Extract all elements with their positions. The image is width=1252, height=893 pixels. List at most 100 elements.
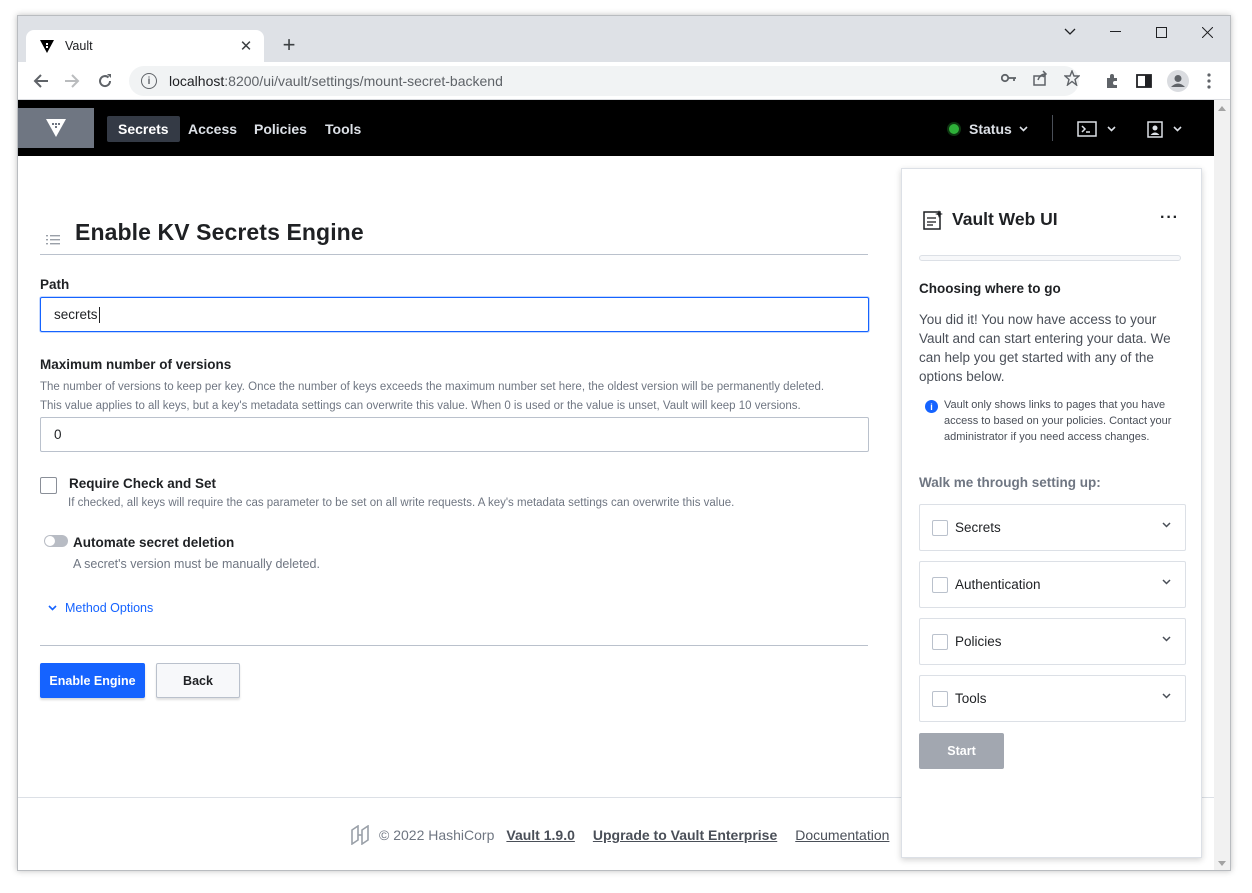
close-tab-icon[interactable]: ✕	[234, 37, 258, 55]
path-label: Path	[40, 277, 70, 292]
user-menu[interactable]	[1147, 119, 1182, 139]
vault-logo[interactable]	[18, 108, 94, 148]
profile-avatar-icon[interactable]	[1167, 70, 1189, 92]
wizard-item-label: Secrets	[955, 520, 1001, 535]
toggle-knob	[45, 536, 55, 546]
form-divider	[40, 645, 868, 646]
auto-delete-label: Automate secret deletion	[73, 535, 235, 550]
extensions-icon[interactable]	[1103, 72, 1121, 90]
require-cas-label[interactable]: Require Check and Set	[69, 476, 216, 491]
copyright-text: © 2022 HashiCorp	[379, 827, 495, 843]
require-cas-help: If checked, all keys will require the ca…	[68, 497, 735, 509]
wizard-item-checkbox[interactable]	[932, 691, 948, 707]
wizard-item-tools[interactable]: Tools	[919, 675, 1186, 722]
forward-arrow-icon[interactable]	[60, 69, 84, 93]
page-scrollbar[interactable]	[1214, 100, 1230, 870]
require-cas-checkbox[interactable]	[40, 477, 57, 494]
version-link[interactable]: Vault 1.9.0	[506, 827, 574, 843]
nav-policies[interactable]: Policies	[243, 116, 318, 142]
wizard-item-authentication[interactable]: Authentication	[919, 561, 1186, 608]
method-options-label: Method Options	[65, 601, 154, 615]
chevron-down-icon	[1162, 579, 1171, 585]
wizard-item-secrets[interactable]: Secrets	[919, 504, 1186, 551]
max-versions-label: Maximum number of versions	[40, 357, 232, 372]
bookmark-star-icon[interactable]	[1063, 69, 1081, 87]
site-info-icon[interactable]: i	[141, 73, 157, 89]
page-viewport: Secrets Access Policies Tools Status Ena…	[18, 100, 1230, 870]
console-menu[interactable]	[1077, 119, 1116, 139]
wizard-item-label: Tools	[955, 691, 987, 706]
hashicorp-logo-icon	[351, 825, 369, 845]
nav-secrets[interactable]: Secrets	[107, 116, 180, 142]
upgrade-link[interactable]: Upgrade to Vault Enterprise	[593, 827, 777, 843]
wizard-title: Vault Web UI	[952, 209, 1058, 229]
user-icon	[1147, 120, 1163, 138]
reload-icon[interactable]	[93, 69, 117, 93]
browser-window: Vault ✕ + i localhost:8200/ui/vault/set	[17, 15, 1231, 871]
status-menu[interactable]: Status	[949, 116, 1028, 142]
nav-separator	[1052, 115, 1053, 141]
url-host: localhost	[169, 73, 225, 89]
url-path: :8200/ui/vault/settings/mount-secret-bac…	[224, 73, 503, 89]
chevron-down-icon	[1173, 126, 1182, 132]
wizard-item-label: Policies	[955, 634, 1002, 649]
back-button[interactable]: Back	[156, 663, 240, 698]
wizard-start-button[interactable]: Start	[919, 733, 1004, 769]
enable-engine-button[interactable]: Enable Engine	[40, 663, 145, 698]
page-header: Enable KV Secrets Engine	[40, 219, 868, 255]
chevron-down-icon	[1162, 693, 1171, 699]
text-caret	[98, 306, 100, 323]
chevron-down-icon	[1019, 126, 1028, 132]
tab-title: Vault	[65, 39, 93, 53]
browser-toolbar: i localhost:8200/ui/vault/settings/mount…	[18, 62, 1230, 100]
nav-access[interactable]: Access	[177, 116, 248, 142]
documentation-link[interactable]: Documentation	[795, 827, 889, 843]
wizard-heading: Choosing where to go	[919, 281, 1061, 296]
wizard-item-checkbox[interactable]	[932, 577, 948, 593]
wizard-panel: Vault Web UI ··· Choosing where to go Yo…	[901, 168, 1202, 858]
close-window-icon[interactable]	[1184, 16, 1230, 48]
address-bar[interactable]: i localhost:8200/ui/vault/settings/mount…	[129, 66, 1079, 96]
back-arrow-icon[interactable]	[29, 69, 53, 93]
scroll-up-arrow-icon[interactable]	[1218, 106, 1226, 111]
max-versions-value: 0	[54, 427, 62, 442]
document-icon	[922, 209, 944, 236]
auto-delete-help: A secret's version must be manually dele…	[73, 557, 320, 571]
wizard-walk-label: Walk me through setting up:	[919, 475, 1101, 490]
vault-favicon-icon	[39, 38, 55, 54]
wizard-item-checkbox[interactable]	[932, 520, 948, 536]
new-tab-button[interactable]: +	[277, 33, 301, 57]
tab-strip: Vault ✕ +	[18, 16, 1230, 62]
minimize-icon[interactable]	[1092, 16, 1138, 48]
vault-navbar: Secrets Access Policies Tools Status	[18, 100, 1214, 156]
side-panel-icon[interactable]	[1135, 72, 1153, 90]
wizard-item-label: Authentication	[955, 577, 1041, 592]
wizard-item-checkbox[interactable]	[932, 634, 948, 650]
maximize-icon[interactable]	[1138, 16, 1184, 48]
list-icon	[46, 232, 60, 250]
auto-delete-toggle[interactable]	[44, 535, 68, 547]
scroll-down-arrow-icon[interactable]	[1218, 861, 1226, 866]
browser-menu-icon[interactable]	[1200, 72, 1218, 90]
key-icon[interactable]	[1000, 69, 1018, 87]
terminal-icon	[1077, 121, 1097, 137]
wizard-item-policies[interactable]: Policies	[919, 618, 1186, 665]
browser-tab[interactable]: Vault ✕	[26, 30, 264, 62]
max-versions-input[interactable]: 0	[40, 417, 869, 452]
nav-tools[interactable]: Tools	[314, 116, 372, 142]
path-input[interactable]: secrets	[40, 297, 869, 332]
vault-logo-icon	[46, 119, 66, 137]
wizard-more-icon[interactable]: ···	[1160, 209, 1179, 227]
method-options-toggle[interactable]: Method Options	[48, 601, 153, 615]
chevron-down-icon	[48, 605, 57, 611]
status-dot-icon	[949, 124, 959, 134]
max-versions-help-1: The number of versions to keep per key. …	[40, 381, 825, 393]
page-title: Enable KV Secrets Engine	[75, 219, 364, 245]
share-icon[interactable]	[1031, 69, 1049, 87]
chevron-down-icon	[1162, 522, 1171, 528]
wizard-info: i Vault only shows links to pages that y…	[925, 397, 1185, 445]
max-versions-help-2: This value applies to all keys, but a ke…	[40, 400, 801, 412]
status-label: Status	[969, 121, 1012, 137]
tab-search-icon[interactable]	[1047, 16, 1093, 48]
chevron-down-icon	[1107, 126, 1116, 132]
